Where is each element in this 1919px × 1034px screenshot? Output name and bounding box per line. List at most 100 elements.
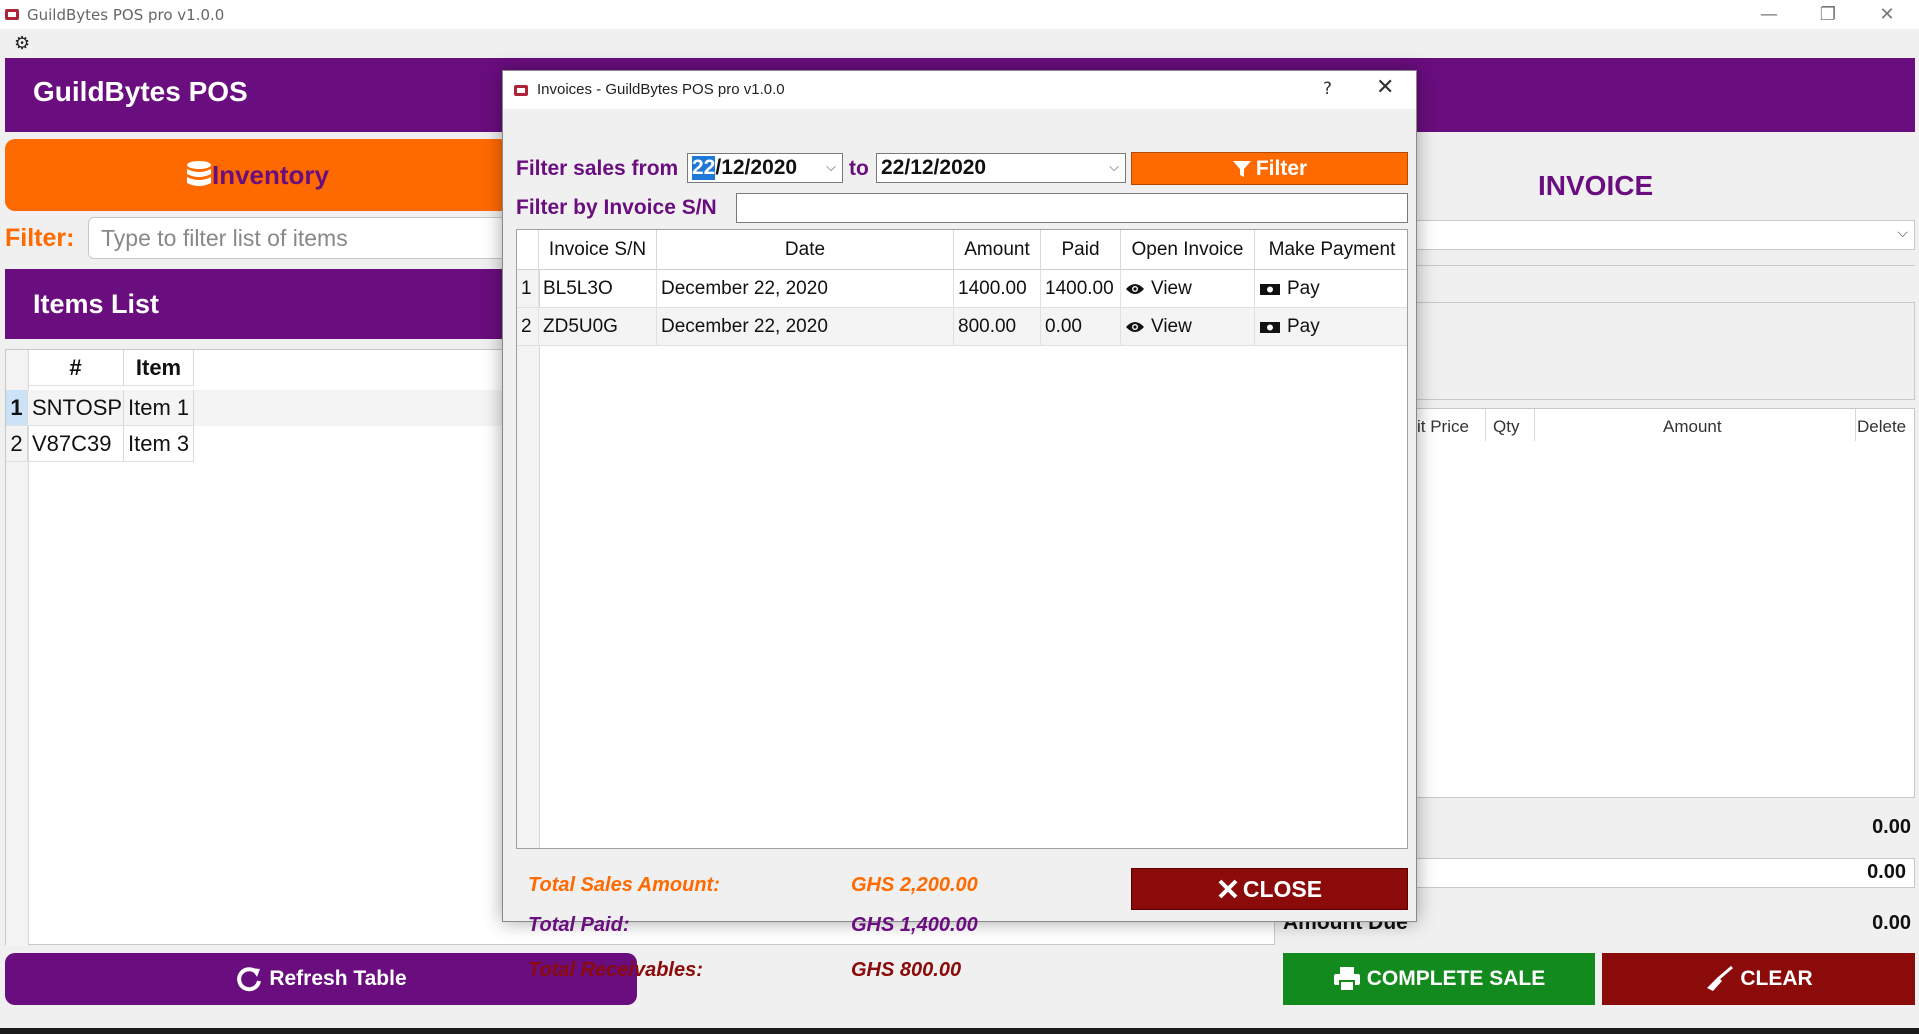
row-header-column: [517, 270, 540, 848]
broom-icon: [1707, 966, 1734, 991]
column-header-item[interactable]: Item: [124, 350, 194, 386]
divider: [1485, 409, 1486, 441]
complete-sale-button[interactable]: COMPLETE SALE: [1283, 953, 1595, 1005]
filter-items-input[interactable]: [88, 217, 518, 259]
complete-sale-label: COMPLETE SALE: [1366, 967, 1546, 990]
date-cell: December 22, 2020: [657, 308, 954, 346]
customer-select[interactable]: ⌵: [1416, 220, 1915, 250]
app-logo-icon: [514, 85, 528, 96]
dialog-titlebar: Invoices - GuildBytes POS pro v1.0.0 ? ✕: [503, 71, 1416, 109]
invoice-heading: INVOICE: [1538, 170, 1654, 201]
invoice-sn-input[interactable]: [736, 193, 1408, 223]
column-header-delete[interactable]: Delete: [1857, 417, 1906, 437]
dialog-close-button[interactable]: ✕: [1376, 75, 1394, 100]
items-list-title: Items List: [33, 289, 160, 319]
to-label: to: [849, 157, 869, 180]
paid-cell: 0.00: [1041, 308, 1121, 346]
money-icon: [1260, 321, 1280, 333]
chevron-down-icon: ⌵: [1897, 225, 1908, 241]
refresh-label: Refresh Table: [269, 967, 407, 990]
pay-label: Pay: [1287, 315, 1320, 337]
restore-button[interactable]: ❐: [1799, 0, 1857, 29]
chevron-down-icon: ⌵: [826, 159, 836, 174]
help-button[interactable]: ?: [1323, 79, 1332, 99]
window-title: GuildBytes POS pro v1.0.0: [27, 6, 225, 24]
column-header-invoice-sn[interactable]: Invoice S/N: [539, 230, 657, 270]
paid-cell: 1400.00: [1041, 270, 1121, 308]
discount-value: 0.00: [1867, 861, 1906, 883]
settings-gear-icon[interactable]: ⚙: [14, 33, 30, 54]
column-header-num[interactable]: #: [28, 350, 124, 386]
filter-funnel-icon: [1232, 160, 1251, 177]
total-sales-label: Total Sales Amount:: [528, 874, 720, 896]
eye-icon: [1126, 321, 1144, 332]
column-header-paid[interactable]: Paid: [1041, 230, 1121, 270]
row-number: 2: [517, 308, 539, 346]
pay-button[interactable]: Pay: [1255, 270, 1407, 308]
column-header-make-payment[interactable]: Make Payment: [1255, 230, 1407, 270]
divider: [1855, 409, 1856, 441]
close-window-button[interactable]: ✕: [1858, 0, 1916, 29]
date-from-day: 22: [692, 156, 716, 180]
invoices-table[interactable]: Invoice S/N Date Amount Paid Open Invoic…: [516, 229, 1408, 849]
column-header-date[interactable]: Date: [657, 230, 954, 270]
window-titlebar: GuildBytes POS pro v1.0.0 — ❐ ✕: [0, 0, 1919, 29]
view-invoice-button[interactable]: View: [1121, 270, 1255, 308]
date-to-picker[interactable]: 22/12/2020 ⌵: [876, 153, 1126, 183]
pay-button[interactable]: Pay: [1255, 308, 1407, 346]
eye-icon: [1126, 283, 1144, 294]
cart-table[interactable]: it Price Qty Amount Delete: [1416, 408, 1915, 798]
inventory-label: Inventory: [211, 159, 330, 190]
total-sales-value: GHS 2,200.00: [851, 874, 978, 896]
taskbar-strip: [0, 1028, 1919, 1034]
clear-button[interactable]: CLEAR: [1602, 953, 1915, 1005]
brand-title: GuildBytes POS: [33, 76, 248, 107]
column-header-open-invoice[interactable]: Open Invoice: [1121, 230, 1255, 270]
table-row[interactable]: 2 ZD5U0G December 22, 2020 800.00 0.00 V…: [517, 308, 1407, 346]
filter-button[interactable]: Filter: [1131, 152, 1408, 185]
column-header-unit-price[interactable]: it Price: [1417, 417, 1469, 437]
item-code: SNTOSP: [28, 390, 124, 426]
column-header-amount[interactable]: Amount: [1663, 417, 1722, 437]
date-from-rest: /12/2020: [715, 156, 798, 179]
clear-label: CLEAR: [1740, 967, 1813, 990]
item-name: Item 3: [124, 426, 194, 462]
amount-cell: 800.00: [954, 308, 1041, 346]
filter-label: Filter:: [5, 224, 75, 252]
view-invoice-button[interactable]: View: [1121, 308, 1255, 346]
filter-by-sn-label: Filter by Invoice S/N: [516, 196, 717, 219]
filter-sales-from-label: Filter sales from: [516, 157, 679, 180]
total-paid-label: Total Paid:: [528, 914, 630, 936]
invoice-sn-cell: BL5L3O: [539, 270, 657, 308]
row-number: 1: [517, 270, 539, 308]
amount-due-value: 0.00: [1872, 912, 1911, 934]
item-name: Item 1: [124, 390, 194, 426]
database-icon: [186, 161, 211, 186]
date-from-picker[interactable]: 22/12/2020 ⌵: [687, 153, 843, 183]
inventory-button[interactable]: Inventory: [5, 139, 510, 211]
customer-info-box: [1416, 302, 1915, 400]
app-logo-icon: [5, 9, 19, 20]
discount-field[interactable]: 0.00: [1416, 858, 1915, 888]
total-receivables-value: GHS 800.00: [851, 959, 962, 981]
close-dialog-button[interactable]: CLOSE: [1131, 868, 1408, 910]
view-label: View: [1151, 315, 1192, 337]
view-label: View: [1151, 277, 1192, 299]
column-header-qty[interactable]: Qty: [1493, 417, 1519, 437]
chevron-down-icon: ⌵: [1109, 159, 1119, 174]
total-paid-value: GHS 1,400.00: [851, 914, 978, 936]
item-code: V87C39: [28, 426, 124, 462]
date-to-value: 22/12/2020: [881, 156, 987, 179]
menu-bar: ⚙: [0, 29, 1919, 58]
refresh-icon: [237, 967, 262, 992]
dialog-title: Invoices - GuildBytes POS pro v1.0.0: [537, 81, 785, 98]
minimize-button[interactable]: —: [1740, 0, 1798, 29]
column-header-amount[interactable]: Amount: [954, 230, 1041, 270]
total-receivables-label: Total Receivables:: [528, 959, 703, 981]
divider: [1416, 265, 1915, 266]
table-row[interactable]: 1 BL5L3O December 22, 2020 1400.00 1400.…: [517, 270, 1407, 308]
amount-cell: 1400.00: [954, 270, 1041, 308]
printer-icon: [1333, 967, 1360, 992]
invoices-dialog: Invoices - GuildBytes POS pro v1.0.0 ? ✕…: [502, 70, 1417, 981]
row-number: 1: [6, 390, 28, 426]
